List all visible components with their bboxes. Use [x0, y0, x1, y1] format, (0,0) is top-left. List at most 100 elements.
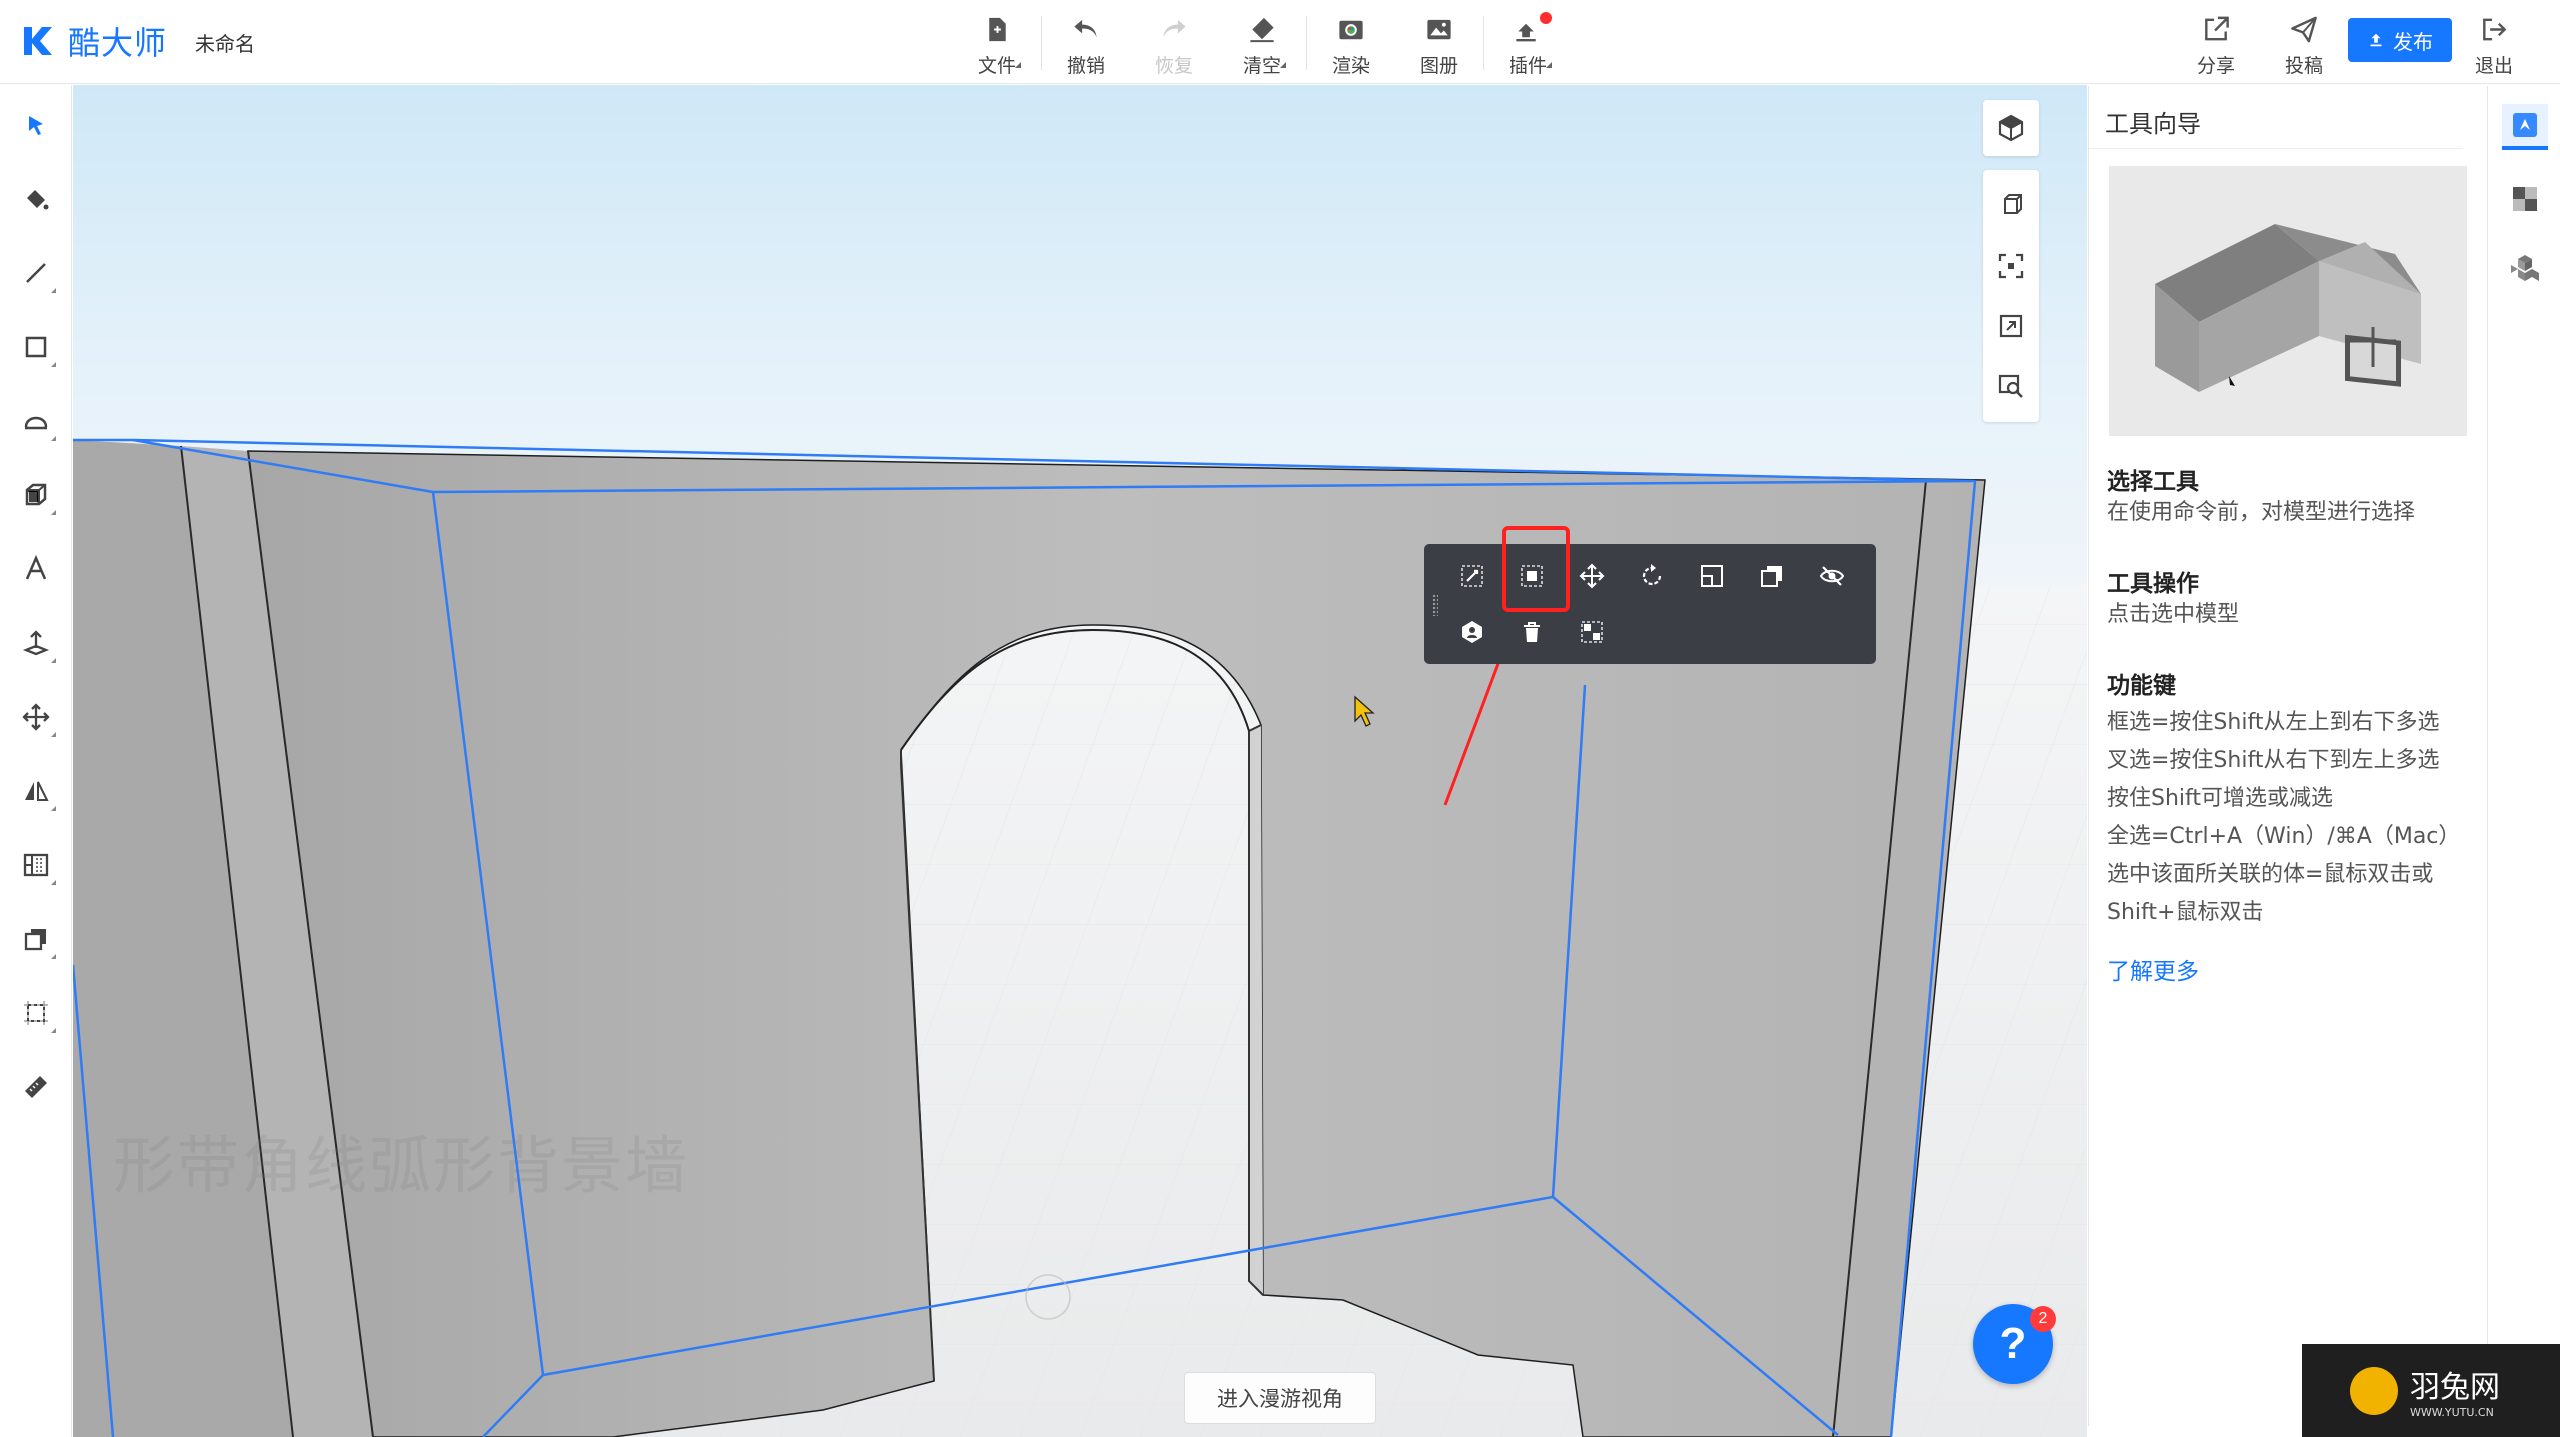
eye-slash-icon: [1819, 566, 1845, 586]
site-watermark: 羽兔网 WWW.YUTU.CN: [2302, 1344, 2560, 1437]
material-tab[interactable]: [2502, 176, 2548, 222]
duplicate-icon: [1761, 566, 1782, 587]
help-notification-badge: 2: [2030, 1306, 2056, 1332]
right-icon-rail: [2487, 86, 2560, 1437]
select-arrow-icon: [29, 116, 43, 135]
album-button[interactable]: 图册: [1395, 8, 1483, 78]
shortcut-line: Shift+鼠标双击: [2107, 900, 2264, 925]
scale-icon: [1701, 565, 1723, 587]
array-tool[interactable]: [14, 843, 58, 887]
section-shortcut-keys-title: 功能键: [2107, 673, 2176, 699]
shortcut-line: 全选=Ctrl+A（Win）/⌘A（Mac）: [2107, 824, 2461, 849]
file-button[interactable]: 文件: [953, 8, 1041, 78]
house-model-illustration: [2109, 166, 2467, 436]
rectangle-icon: [25, 336, 47, 358]
move-icon: [22, 703, 50, 731]
text-tool[interactable]: [14, 547, 58, 591]
paint-tool[interactable]: [14, 177, 58, 221]
submenu-indicator: [51, 880, 56, 885]
push-pull-icon: [25, 483, 47, 506]
toolbar-center: 文件 撤销 恢复 清空 渲染 图册 插件: [953, 8, 1572, 78]
selection-context-toolbar: [1424, 544, 1876, 664]
shortcut-line: 选中该面所关联的体=鼠标双击或: [2107, 862, 2434, 887]
array-icon: [23, 853, 49, 877]
publish-label: 发布: [2393, 29, 2433, 54]
zoom-frame-icon: [1999, 314, 2023, 338]
shortcut-line: 按住Shift可增选或减选: [2107, 786, 2334, 811]
video-caption-text: 形带角线弧形背景墙: [113, 1129, 690, 1202]
document-title[interactable]: 未命名: [195, 28, 255, 57]
undo-icon: [1074, 19, 1097, 38]
shortcut-line: 框选=按住Shift从左上到右下多选: [2107, 710, 2440, 735]
make-component-button[interactable]: [1452, 612, 1492, 652]
zoom-extents-button[interactable]: [1983, 236, 2039, 296]
components-tab[interactable]: [2502, 246, 2548, 292]
view-tools: [1983, 100, 2039, 422]
delete-button[interactable]: [1512, 612, 1552, 652]
file-icon: [989, 17, 1006, 42]
render-button[interactable]: 渲染: [1307, 8, 1395, 78]
tool-guide-tab[interactable]: [2502, 104, 2548, 150]
rotate-button[interactable]: [1632, 556, 1672, 596]
arc-tool[interactable]: [14, 399, 58, 443]
bounding-box-tool[interactable]: [14, 991, 58, 1035]
move-button[interactable]: [1572, 556, 1612, 596]
arc-icon: [24, 416, 48, 430]
explode-icon: [1581, 621, 1603, 643]
3d-viewport[interactable]: 形带角线弧形背景墙 ›: [73, 85, 2087, 1437]
learn-more-link[interactable]: 了解更多: [2107, 952, 2199, 986]
duplicate-button[interactable]: [1752, 556, 1792, 596]
app-logo[interactable]: 酷大师: [20, 18, 167, 64]
section-tool-operation-title: 工具操作: [2107, 571, 2199, 597]
text-a-icon: [25, 554, 47, 580]
share-icon: [2205, 16, 2229, 41]
line-tool[interactable]: [14, 251, 58, 295]
redo-button[interactable]: 恢复: [1130, 8, 1218, 78]
exit-button[interactable]: 退出: [2452, 8, 2536, 78]
plugin-button[interactable]: 插件: [1484, 8, 1572, 78]
file-label: 文件: [977, 56, 1016, 77]
section-select-tool-text: 在使用命令前，对模型进行选择: [2107, 500, 2416, 525]
rectangle-tool[interactable]: [14, 325, 58, 369]
section-select-tool-title: 选择工具: [2107, 469, 2199, 495]
offset-tool[interactable]: [14, 621, 58, 665]
eraser-icon: [1250, 17, 1274, 43]
explode-button[interactable]: [1572, 612, 1612, 652]
edit-tool-button[interactable]: [1452, 556, 1492, 596]
clear-button[interactable]: 清空: [1218, 8, 1306, 78]
select-tool[interactable]: [14, 103, 58, 147]
submenu-indicator: [51, 658, 56, 663]
scale-button[interactable]: [1692, 556, 1732, 596]
submenu-indicator: [51, 288, 56, 293]
trash-icon: [1524, 622, 1540, 642]
left-tool-rail: [0, 85, 72, 1437]
submenu-indicator: [51, 1028, 56, 1033]
group-tool[interactable]: [14, 917, 58, 961]
drag-handle[interactable]: [1432, 594, 1438, 616]
logo-text: 酷大师: [68, 24, 168, 62]
submit-button[interactable]: 投稿: [2260, 8, 2348, 78]
submenu-indicator: [51, 510, 56, 515]
push-pull-tool[interactable]: [14, 473, 58, 517]
undo-label: 撤销: [1066, 56, 1105, 77]
zoom-window-button[interactable]: [1983, 296, 2039, 356]
mirror-tool[interactable]: [14, 769, 58, 813]
view-cube-button[interactable]: [1983, 100, 2039, 156]
move-tool[interactable]: [14, 695, 58, 739]
undo-button[interactable]: 撤销: [1042, 8, 1130, 78]
share-button[interactable]: 分享: [2172, 8, 2260, 78]
zoom-search-button[interactable]: [1983, 356, 2039, 416]
enter-roam-view-button[interactable]: 进入漫游视角: [1184, 1372, 1376, 1424]
measure-tool[interactable]: [14, 1065, 58, 1109]
watermark-name: 羽兔网: [2410, 1370, 2500, 1405]
hide-button[interactable]: [1812, 556, 1852, 596]
projection-button[interactable]: [1983, 176, 2039, 236]
publish-button[interactable]: 发布: [2348, 18, 2452, 62]
render-icon: [1339, 20, 1363, 40]
checker-material-icon: [2513, 187, 2537, 211]
album-icon: [1427, 19, 1451, 40]
submit-label: 投稿: [2284, 56, 2323, 77]
upload-icon: [2370, 33, 2382, 47]
plugin-label: 插件: [1508, 56, 1547, 77]
redo-icon: [1163, 19, 1186, 38]
